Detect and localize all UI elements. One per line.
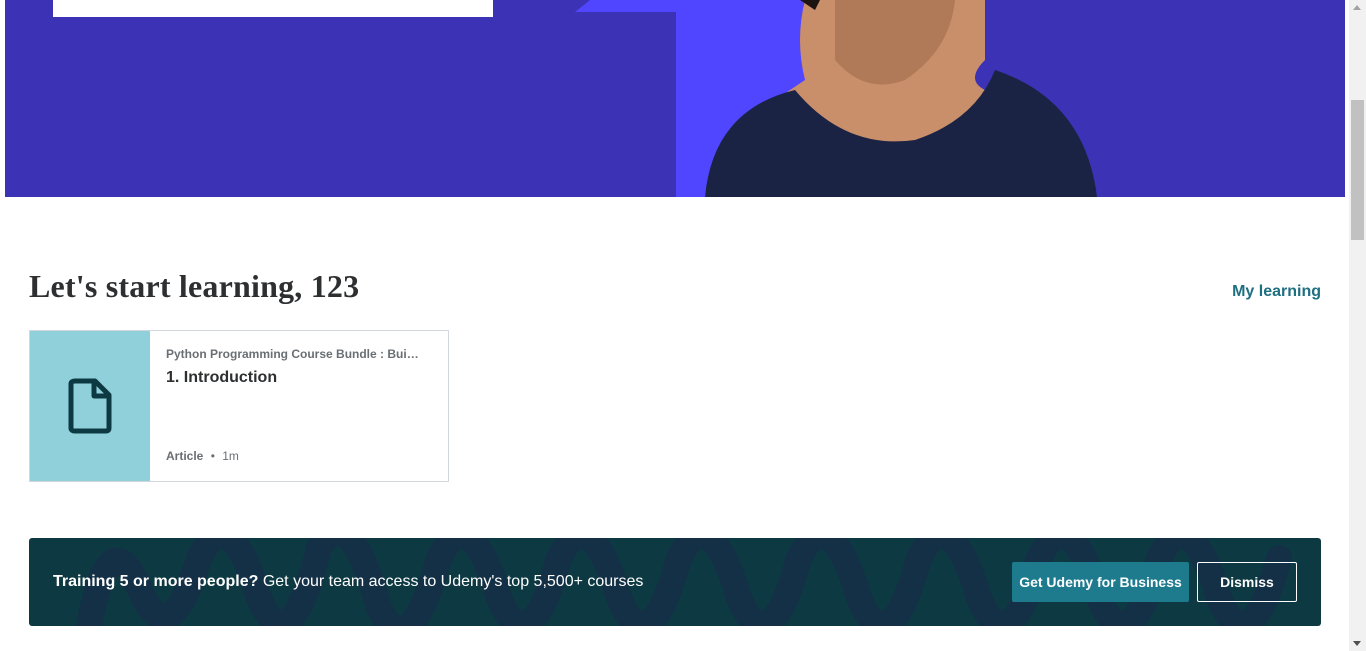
business-banner: Training 5 or more people? Get your team… bbox=[29, 538, 1321, 626]
lecture-duration: 1m bbox=[222, 449, 239, 463]
course-parent-title: Python Programming Course Bundle : Build… bbox=[166, 347, 420, 361]
lecture-type: Article bbox=[166, 449, 204, 463]
hero-search-card[interactable] bbox=[53, 0, 493, 17]
meta-separator: • bbox=[210, 449, 215, 463]
scrollbar-thumb[interactable] bbox=[1351, 100, 1364, 240]
page-scrollbar[interactable] bbox=[1349, 0, 1366, 651]
course-card-body: Python Programming Course Bundle : Build… bbox=[150, 331, 448, 481]
document-icon bbox=[68, 378, 112, 434]
lecture-title[interactable]: 1. Introduction bbox=[166, 369, 432, 387]
lecture-meta: Article • 1m bbox=[166, 449, 239, 463]
business-description: Get your team access to Udemy's top 5,50… bbox=[262, 573, 644, 590]
scroll-down-arrow-icon[interactable] bbox=[1353, 641, 1361, 646]
course-thumbnail bbox=[30, 331, 150, 481]
hero-banner bbox=[5, 0, 1345, 197]
my-learning-link[interactable]: My learning bbox=[1232, 283, 1321, 301]
continue-learning-card[interactable]: Python Programming Course Bundle : Build… bbox=[29, 330, 449, 482]
dismiss-button[interactable]: Dismiss bbox=[1197, 562, 1297, 602]
section-title: Let's start learning, 123 bbox=[29, 268, 360, 304]
business-banner-text: Training 5 or more people? Get your team… bbox=[53, 573, 643, 591]
business-headline: Training 5 or more people? bbox=[53, 573, 259, 590]
scroll-up-arrow-icon[interactable] bbox=[1353, 5, 1361, 10]
get-udemy-business-button[interactable]: Get Udemy for Business bbox=[1012, 562, 1189, 602]
hero-person-image bbox=[705, 0, 1097, 197]
